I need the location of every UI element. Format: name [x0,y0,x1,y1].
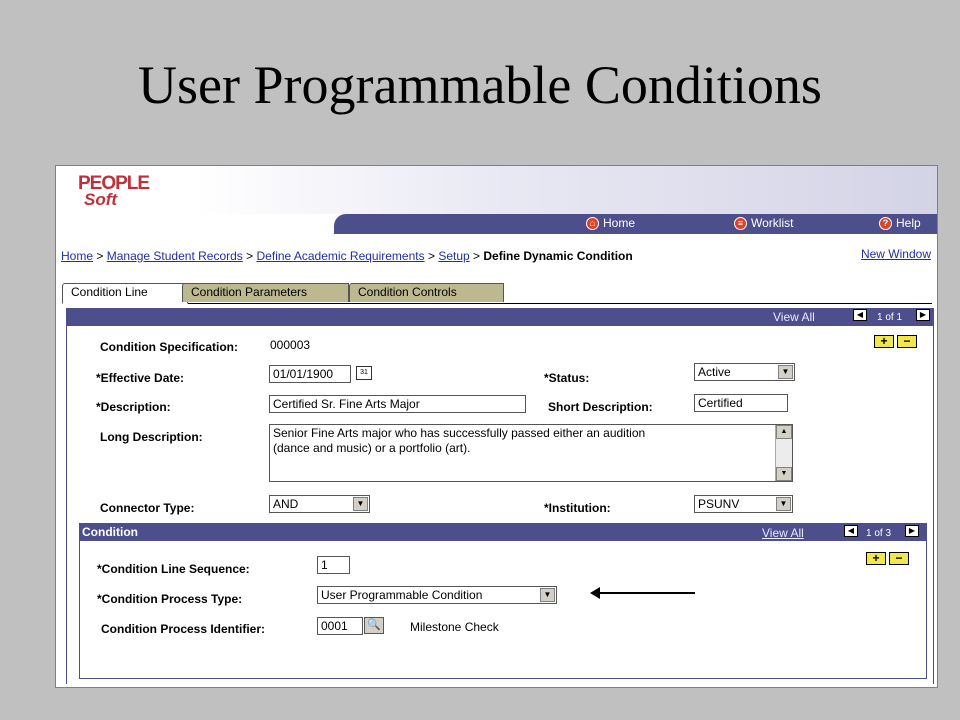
top-nav-bar: ⌂ Home ≡ Worklist ? Help [334,214,937,234]
breadcrumb-home[interactable]: Home [61,249,93,263]
annotation-arrow-icon [590,587,600,599]
institution-label: *Institution: [544,501,611,515]
breadcrumb: Home > Manage Student Records > Define A… [61,249,633,263]
condition-line-sequence-label: *Condition Line Sequence: [97,562,250,576]
calendar-icon[interactable]: 31 [356,366,372,380]
app-window: PEOPLE Soft ⌂ Home ≡ Worklist ? Help Hom… [55,165,938,688]
institution-select[interactable]: PSUNV ▼ [694,495,793,513]
status-select[interactable]: Active ▼ [694,363,795,381]
dropdown-arrow-icon: ▼ [353,497,368,511]
view-all-link[interactable]: View All [773,310,815,324]
nav-worklist[interactable]: ≡ Worklist [734,216,793,230]
breadcrumb-define-academic-requirements[interactable]: Define Academic Requirements [257,249,425,263]
condition-next-arrow-icon[interactable]: ▶ [905,525,919,537]
prev-arrow-icon[interactable]: ◀ [853,309,867,321]
description-label: *Description: [96,400,171,414]
effective-date-label: *Effective Date: [96,371,185,385]
dropdown-arrow-icon: ▼ [776,497,791,511]
header-gradient [196,166,937,214]
short-description-input[interactable]: Certified [694,394,788,412]
scroll-up-icon[interactable]: ▲ [776,425,792,439]
condition-line-sequence-input[interactable]: 1 [317,556,350,574]
tab-strip: Condition Line Condition Parameters Cond… [62,283,932,304]
slide-title: User Programmable Conditions [138,55,822,115]
condition-pager-text: 1 of 3 [866,528,892,539]
textarea-scrollbar[interactable]: ▲ ▼ [775,425,792,481]
worklist-icon: ≡ [734,216,747,230]
condition-process-identifier-label: Condition Process Identifier: [101,622,266,636]
scroll-down-icon[interactable]: ▼ [776,467,792,481]
breadcrumb-manage-student-records[interactable]: Manage Student Records [107,249,243,263]
condition-grid-header: Condition View All ◀ 1 of 3 ▶ [79,523,927,541]
condition-process-type-select[interactable]: User Programmable Condition ▼ [317,586,557,604]
add-condition-row-button[interactable]: + [866,552,886,565]
peoplesoft-logo: PEOPLE Soft [78,173,150,209]
tab-condition-controls[interactable]: Condition Controls [349,283,504,302]
condition-process-type-label: *Condition Process Type: [97,592,243,606]
add-row-button[interactable]: + [874,335,894,348]
connector-type-label: Connector Type: [100,501,195,515]
connector-type-select[interactable]: AND ▼ [269,495,370,513]
dropdown-arrow-icon: ▼ [540,588,555,602]
delete-condition-row-button[interactable]: − [889,552,909,565]
breadcrumb-current: Define Dynamic Condition [483,249,633,263]
condition-spec-value: 000003 [270,338,311,352]
condition-view-all-link[interactable]: View All [762,526,804,540]
row-add-remove-condition: + − [866,552,909,565]
next-arrow-icon[interactable]: ▶ [916,309,930,321]
tab-condition-line[interactable]: Condition Line [62,283,188,304]
short-description-label: Short Description: [548,400,653,414]
nav-home[interactable]: ⌂ Home [586,216,635,230]
dropdown-arrow-icon: ▼ [778,365,793,379]
new-window-link[interactable]: New Window [861,247,931,261]
condition-process-description: Milestone Check [410,620,499,634]
condition-process-identifier-input[interactable]: 0001 [317,617,363,635]
pager-text: 1 of 1 [877,312,903,323]
condition-spec-label: Condition Specification: [100,340,238,354]
home-icon: ⌂ [586,216,599,230]
long-description-label: Long Description: [100,430,203,444]
lookup-search-icon[interactable]: 🔍 [364,617,384,634]
effective-date-input[interactable]: 01/01/1900 [269,365,351,383]
breadcrumb-setup[interactable]: Setup [438,249,469,263]
main-grid-header: View All ◀ 1 of 1 ▶ [66,308,934,326]
delete-row-button[interactable]: − [897,335,917,348]
row-add-remove-top: + − [874,335,917,348]
description-input[interactable]: Certified Sr. Fine Arts Major [269,395,526,413]
nav-help[interactable]: ? Help [879,216,921,230]
condition-section-title: Condition [82,525,138,539]
tab-condition-parameters[interactable]: Condition Parameters [182,283,349,302]
condition-prev-arrow-icon[interactable]: ◀ [844,525,858,537]
help-icon: ? [879,216,892,230]
long-description-textarea[interactable]: Senior Fine Arts major who has successfu… [269,424,793,482]
annotation-arrow-line [597,592,695,594]
status-label: *Status: [544,371,590,385]
